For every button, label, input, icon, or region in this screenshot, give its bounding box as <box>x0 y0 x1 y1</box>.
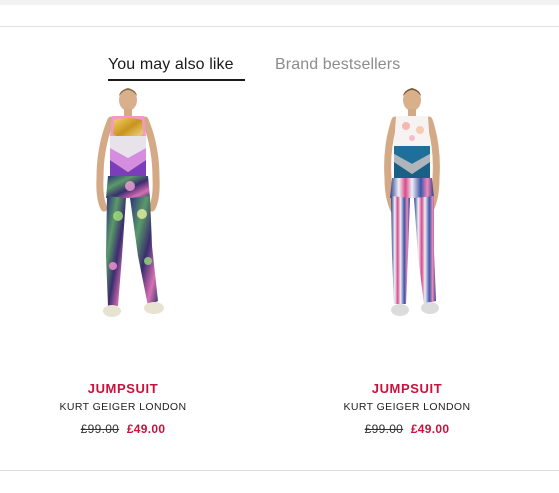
price-original: £99.00 <box>364 422 404 436</box>
price-sale: £49.00 <box>410 422 450 436</box>
price-original: £99.00 <box>80 422 120 436</box>
product-card[interactable]: JUMPSUIT KURT GEIGER LONDON £99.00 £49.0… <box>292 86 532 446</box>
product-image[interactable] <box>332 86 492 336</box>
product-brand[interactable]: KURT GEIGER LONDON <box>8 401 238 413</box>
jumpsuit-model-image <box>384 88 440 316</box>
tab-you-may-also-like[interactable]: You may also like <box>108 56 245 81</box>
price-sale: £49.00 <box>126 422 166 436</box>
product-price: £99.00 £49.00 <box>292 422 522 436</box>
top-strip <box>0 0 559 5</box>
bottom-divider <box>0 470 559 471</box>
jumpsuit-model-image <box>96 88 164 317</box>
product-brand[interactable]: KURT GEIGER LONDON <box>292 401 522 413</box>
product-image[interactable] <box>48 86 208 336</box>
product-name[interactable]: JUMPSUIT <box>292 381 522 396</box>
top-divider <box>0 26 559 27</box>
recommendations-page: You may also like Brand bestsellers JUMP… <box>0 0 559 493</box>
product-price: £99.00 £49.00 <box>8 422 238 436</box>
recommendation-tabs: You may also like Brand bestsellers <box>0 56 559 84</box>
product-name[interactable]: JUMPSUIT <box>8 381 238 396</box>
product-card[interactable]: JUMPSUIT KURT GEIGER LONDON £99.00 £49.0… <box>8 86 248 446</box>
tab-brand-bestsellers[interactable]: Brand bestsellers <box>275 56 400 74</box>
